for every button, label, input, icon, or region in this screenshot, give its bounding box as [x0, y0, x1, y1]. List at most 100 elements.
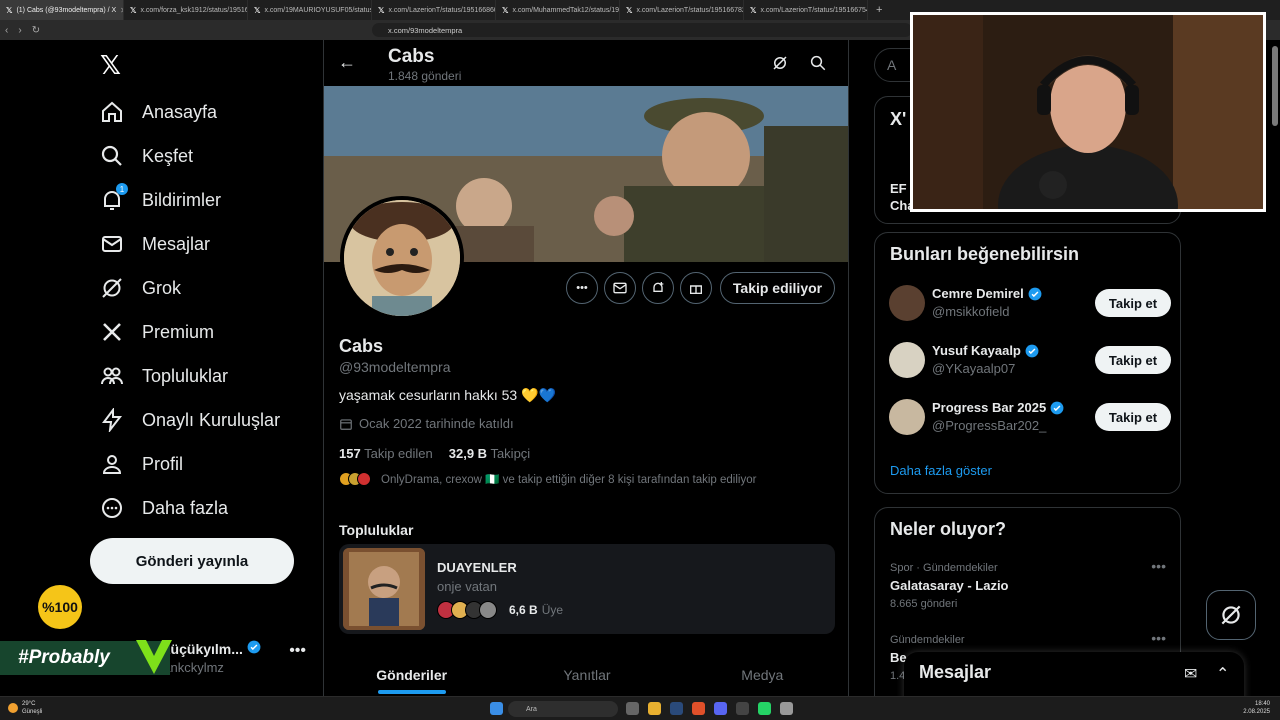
- app-icon[interactable]: [736, 702, 749, 715]
- follow-button[interactable]: Takip et: [1095, 289, 1171, 317]
- nav-item-more-circle[interactable]: Daha fazla: [100, 492, 228, 524]
- community-image: [343, 548, 425, 630]
- followed-by-text: OnlyDrama, crexow 🇳🇬 ve takip ettiğin di…: [381, 474, 757, 486]
- reload-icon[interactable]: ↻: [27, 25, 45, 36]
- nav-item-mail[interactable]: Mesajlar: [100, 228, 210, 260]
- grok-icon[interactable]: [771, 54, 789, 72]
- settings-icon[interactable]: [780, 702, 793, 715]
- followed-by-avatars: [339, 472, 371, 486]
- tab-replies[interactable]: Yanıtlar: [499, 654, 674, 696]
- suggestion-item[interactable]: Yusuf Kayaalp @YKayaalp07 Takip et: [889, 340, 1171, 380]
- forward-nav-icon[interactable]: ›: [13, 25, 26, 36]
- trend-more-icon[interactable]: •••: [1151, 630, 1166, 646]
- weather-widget[interactable]: 29°C Güneşli: [8, 700, 42, 716]
- browser-tab[interactable]: 𝕏(1) Cabs (@93modeltempra) / X✕: [0, 0, 124, 20]
- gift-button[interactable]: [680, 272, 712, 304]
- stream-100-logo: %100: [38, 585, 82, 629]
- community-card[interactable]: DUAYENLER onje vatan 6,6 B Üye: [339, 544, 835, 634]
- nav-item-label: Anasayfa: [142, 101, 218, 122]
- following-button[interactable]: Takip ediliyor: [720, 272, 835, 304]
- account-more-icon[interactable]: •••: [289, 642, 306, 660]
- bell-icon: 1: [100, 183, 128, 212]
- trend-item[interactable]: Spor · Gündemdekiler Galatasaray - Lazio 8…: [890, 558, 1166, 610]
- post-button[interactable]: Gönderi yayınla: [90, 538, 294, 584]
- nav-item-home[interactable]: Anasayfa: [100, 96, 217, 128]
- profile-handle: @93modeltempra: [339, 359, 451, 375]
- nav-item-label: Mesajlar: [142, 233, 211, 254]
- whatsapp-icon[interactable]: [758, 702, 771, 715]
- expand-icon[interactable]: ⌃: [1216, 664, 1229, 684]
- follow-button[interactable]: Takip et: [1095, 346, 1171, 374]
- nav-item-bell[interactable]: 1 Bildirimler: [100, 183, 222, 216]
- partial-box-title: X': [890, 109, 907, 129]
- community-name: DUAYENLER: [437, 560, 517, 575]
- browser-tab[interactable]: 𝕏x.com/LazerionT/status/195166754...✕: [744, 0, 868, 20]
- page-scrollbar[interactable]: [1272, 46, 1278, 126]
- discord-icon[interactable]: [714, 702, 727, 715]
- grok-floating-button[interactable]: [1206, 590, 1256, 640]
- followers-stat[interactable]: 32,9 B Takipçi: [449, 446, 530, 461]
- tab-title: x.com/forza_ksk1912/status/19516...: [140, 6, 248, 14]
- x-logo-icon[interactable]: 𝕏: [100, 52, 126, 78]
- avatar: [889, 285, 925, 321]
- browser-tab[interactable]: 𝕏x.com/MuhammedTak12/status/195...✕: [496, 0, 620, 20]
- browser-tab[interactable]: 𝕏x.com/LazerionT/status/195166782...✕: [620, 0, 744, 20]
- following-stat[interactable]: 157 Takip edilen: [339, 446, 433, 461]
- join-date-text: Ocak 2022 tarihinde katıldı: [359, 416, 514, 431]
- show-more-link[interactable]: Daha fazla göster: [890, 463, 992, 478]
- windows-taskbar: 29°C Güneşli Ara 18:40 2.08.2025: [0, 696, 1280, 720]
- task-view-icon[interactable]: [626, 702, 639, 715]
- steam-icon[interactable]: [670, 702, 683, 715]
- browser-tab[interactable]: 𝕏x.com/forza_ksk1912/status/19516...✕: [124, 0, 248, 20]
- browser-tab[interactable]: 𝕏x.com/19MAURIOYUSUF05/status/19...✕: [248, 0, 372, 20]
- trend-count: 8.665 gönderi: [890, 598, 958, 610]
- suggestions-box: Bunları beğenebilirsin Cemre Demirel @msi…: [874, 232, 1181, 494]
- file-explorer-icon[interactable]: [648, 702, 661, 715]
- avatar: [889, 399, 925, 435]
- tab-media[interactable]: Medya: [675, 654, 848, 696]
- clock-date: 2.08.2025: [1243, 709, 1270, 715]
- nav-item-person[interactable]: Profil: [100, 448, 183, 480]
- browser-tab[interactable]: 𝕏x.com/LazerionT/status/195166860...✕: [372, 0, 496, 20]
- notify-button[interactable]: [642, 272, 674, 304]
- tab-posts[interactable]: Gönderiler: [324, 654, 499, 696]
- taskbar-clock[interactable]: 18:40 2.08.2025: [1243, 700, 1270, 716]
- tab-title: x.com/19MAURIOYUSUF05/status/19...: [264, 6, 371, 14]
- trend-more-icon[interactable]: •••: [1151, 558, 1166, 574]
- new-message-icon[interactable]: ✉: [1184, 664, 1197, 684]
- profile-avatar[interactable]: [340, 196, 464, 320]
- suggestion-item[interactable]: Cemre Demirel @msikkofield Takip et: [889, 283, 1171, 323]
- nav-item-x[interactable]: Premium: [100, 316, 214, 348]
- nav-item-lightning[interactable]: Onaylı Kuruluşlar: [100, 404, 280, 436]
- back-nav-icon[interactable]: ‹: [0, 25, 13, 36]
- suggestion-item[interactable]: Progress Bar 2025 @ProgressBar202_ Takip e…: [889, 397, 1171, 437]
- search-icon[interactable]: [809, 54, 827, 72]
- taskbar-search-text: Ara: [526, 705, 537, 713]
- messages-drawer[interactable]: Mesajlar ✉ ⌃: [904, 652, 1244, 702]
- x-favicon-icon: 𝕏: [750, 5, 757, 15]
- tab-title: x.com/LazerionT/status/195166860...: [388, 6, 496, 14]
- follow-button[interactable]: Takip et: [1095, 403, 1171, 431]
- followed-by[interactable]: OnlyDrama, crexow 🇳🇬 ve takip ettiğin di…: [339, 472, 756, 486]
- nav-item-grok[interactable]: Grok: [100, 272, 181, 304]
- post-count: 1.848 gönderi: [388, 69, 462, 83]
- url-field[interactable]: x.com/93modeltempra: [372, 23, 912, 37]
- trend-category: Spor · Gündemdekiler: [890, 562, 998, 574]
- profile-tabs: Gönderiler Yanıtlar Medya: [324, 654, 848, 696]
- nav-item-label: Bildirimler: [142, 189, 222, 210]
- x-favicon-icon: 𝕏: [130, 5, 137, 15]
- back-arrow-icon[interactable]: ←: [338, 52, 356, 73]
- brave-icon[interactable]: [692, 702, 705, 715]
- mail-icon: [100, 232, 124, 256]
- taskbar-search[interactable]: Ara: [508, 701, 618, 717]
- nav-item-people[interactable]: Topluluklar: [100, 360, 228, 392]
- more-options-button[interactable]: •••: [566, 272, 598, 304]
- nav-item-search[interactable]: Keşfet: [100, 140, 193, 172]
- more-icon: •••: [576, 282, 588, 294]
- new-tab-icon[interactable]: +: [868, 4, 890, 16]
- message-button[interactable]: [604, 272, 636, 304]
- start-icon[interactable]: [490, 702, 503, 715]
- clock-time: 18:40: [1254, 701, 1270, 707]
- verified-icon: [1050, 401, 1064, 414]
- profile-main-column: ← Cabs 1.848 gönderi ••• Takip ediliyor …: [323, 40, 849, 696]
